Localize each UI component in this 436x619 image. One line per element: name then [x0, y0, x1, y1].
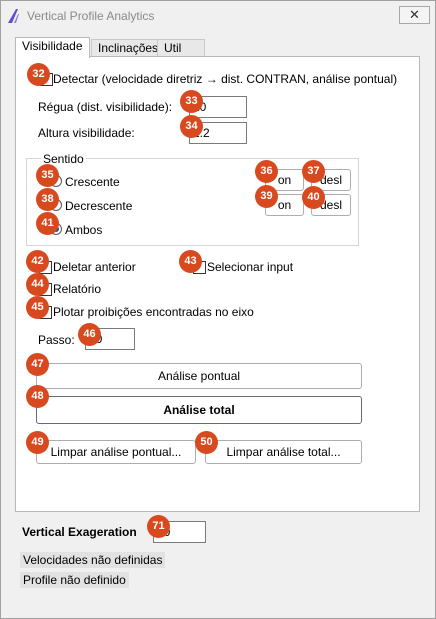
close-icon: ✕	[409, 7, 420, 22]
badge-marker: 39	[255, 185, 278, 208]
badge-marker: 42	[26, 250, 49, 273]
badge-marker: 38	[36, 188, 59, 211]
crescente-label: Crescente	[65, 175, 120, 189]
tab-util[interactable]: Util	[157, 39, 205, 57]
title-bar: Vertical Profile Analytics ✕	[1, 1, 435, 31]
close-button[interactable]: ✕	[399, 6, 430, 24]
badge-marker: 71	[147, 515, 170, 538]
detectar-label: Detectar (velocidade diretriz → dist. CO…	[53, 72, 398, 86]
badge-marker: 46	[78, 323, 101, 346]
window-title: Vertical Profile Analytics	[27, 9, 155, 23]
badge-marker: 43	[179, 250, 202, 273]
passo-label: Passo:	[38, 333, 75, 347]
profile-status: Profile não definido	[20, 572, 129, 588]
regua-label: Régua (dist. visibilidade):	[38, 100, 173, 114]
app-window: Vertical Profile Analytics ✕ Visibilidad…	[0, 0, 436, 619]
badge-marker: 44	[26, 273, 49, 296]
badge-marker: 50	[195, 431, 218, 454]
velocidades-status: Velocidades não definidas	[20, 552, 166, 568]
badge-marker: 32	[27, 63, 50, 86]
app-logo-icon	[8, 9, 19, 23]
relatorio-label: Relatório	[53, 282, 102, 296]
badge-marker: 47	[26, 353, 49, 376]
analise-total-button[interactable]: Análise total	[36, 396, 362, 424]
deletar-label: Deletar anterior	[53, 260, 136, 274]
badge-marker: 48	[26, 385, 49, 408]
altura-label: Altura visibilidade:	[38, 126, 135, 140]
badge-marker: 34	[180, 115, 203, 138]
selecionar-label: Selecionar input	[207, 260, 294, 274]
limpar-pontual-button[interactable]: Limpar análise pontual...	[36, 440, 196, 464]
tab-inclinacoes[interactable]: Inclinações	[91, 39, 166, 57]
badge-marker: 36	[255, 160, 278, 183]
tab-visibilidade[interactable]: Visibilidade	[15, 37, 90, 58]
limpar-total-button[interactable]: Limpar análise total...	[205, 440, 362, 464]
badge-marker: 41	[36, 212, 59, 235]
ambos-label: Ambos	[65, 223, 103, 237]
badge-marker: 33	[180, 90, 203, 113]
badge-marker: 49	[26, 431, 49, 454]
badge-marker: 35	[36, 164, 59, 187]
plotar-label: Plotar proibições encontradas no eixo	[53, 305, 254, 319]
vertical-exageration-label: Vertical Exageration	[22, 525, 137, 539]
analise-pontual-button[interactable]: Análise pontual	[36, 363, 362, 389]
badge-marker: 45	[26, 296, 49, 319]
badge-marker: 37	[302, 160, 325, 183]
badge-marker: 40	[302, 186, 325, 209]
decrescente-label: Decrescente	[65, 199, 133, 213]
